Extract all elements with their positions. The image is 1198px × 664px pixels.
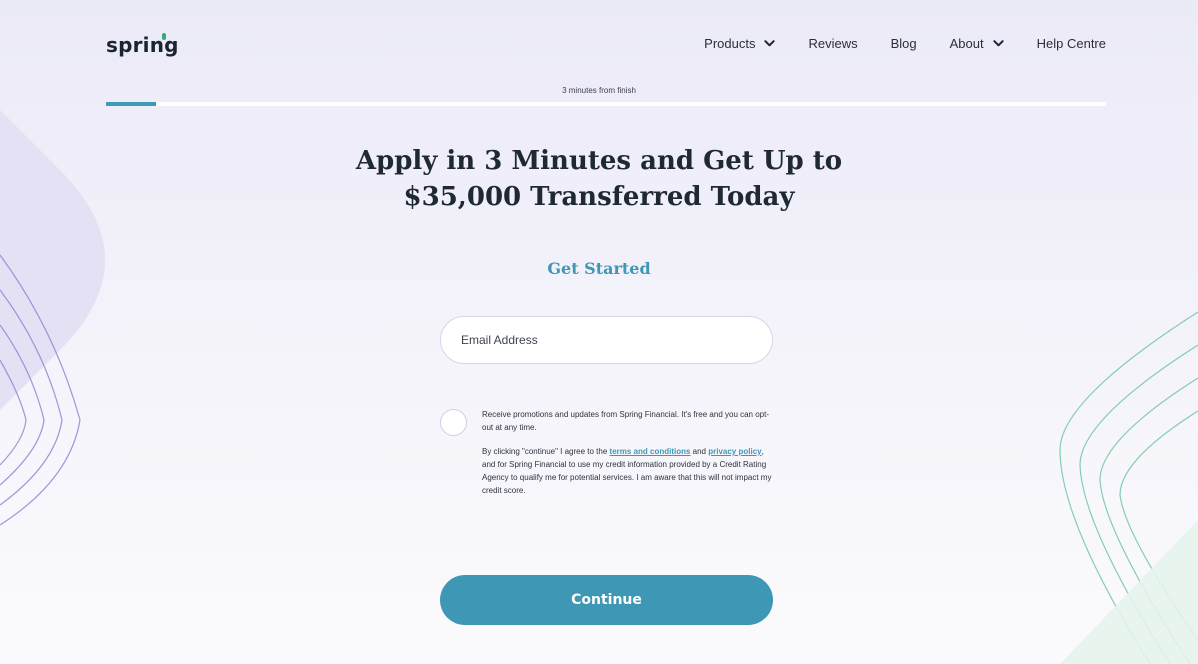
legal-text-part-2: and bbox=[690, 447, 709, 456]
email-field[interactable] bbox=[440, 316, 773, 364]
nav-item-help-centre[interactable]: Help Centre bbox=[1037, 36, 1106, 51]
consent-text: Receive promotions and updates from Spri… bbox=[482, 408, 777, 508]
nav-item-label: Reviews bbox=[808, 36, 858, 51]
nav-item-about[interactable]: About bbox=[950, 36, 1004, 51]
promotions-text: Receive promotions and updates from Spri… bbox=[482, 410, 770, 432]
page: spring Products Reviews Blog About Help … bbox=[0, 0, 1198, 664]
progress-bar bbox=[106, 102, 1106, 106]
nav-item-label: Blog bbox=[890, 36, 917, 51]
chevron-down-icon bbox=[764, 40, 776, 47]
promotions-checkbox[interactable] bbox=[440, 409, 467, 436]
page-title-line-2: $35,000 Transferred Today bbox=[403, 182, 795, 212]
legal-text-part-1: By clicking "continue" I agree to the bbox=[482, 447, 610, 456]
legal-text: By clicking "continue" I agree to the te… bbox=[482, 445, 777, 497]
main-nav: Products Reviews Blog About Help Centre bbox=[671, 36, 1106, 51]
nav-item-label: Products bbox=[704, 36, 756, 51]
logo-text: spring bbox=[106, 33, 179, 57]
left-arc-lines bbox=[0, 254, 81, 526]
progress-label: 3 minutes from finish bbox=[562, 86, 636, 95]
privacy-policy-link[interactable]: privacy policy bbox=[708, 447, 761, 456]
page-title-line-1: Apply in 3 Minutes and Get Up to bbox=[355, 146, 843, 176]
nav-item-products[interactable]: Products bbox=[704, 36, 776, 51]
nav-item-blog[interactable]: Blog bbox=[891, 36, 917, 51]
progress-bar-fill bbox=[106, 102, 156, 106]
right-green-shape bbox=[1060, 520, 1198, 664]
nav-item-label: About bbox=[949, 36, 984, 51]
nav-item-reviews[interactable]: Reviews bbox=[808, 36, 857, 51]
terms-and-conditions-link[interactable]: terms and conditions bbox=[610, 447, 691, 456]
logo-dot bbox=[161, 33, 166, 40]
continue-button[interactable]: Continue bbox=[440, 575, 773, 625]
spring-logo[interactable]: spring bbox=[106, 33, 179, 57]
get-started-heading: Get Started bbox=[547, 259, 651, 278]
page-title: Apply in 3 Minutes and Get Up to $35,000… bbox=[0, 143, 1198, 215]
right-arc-lines bbox=[1059, 311, 1198, 664]
nav-item-label: Help Centre bbox=[1036, 36, 1106, 51]
chevron-down-icon bbox=[992, 40, 1004, 47]
